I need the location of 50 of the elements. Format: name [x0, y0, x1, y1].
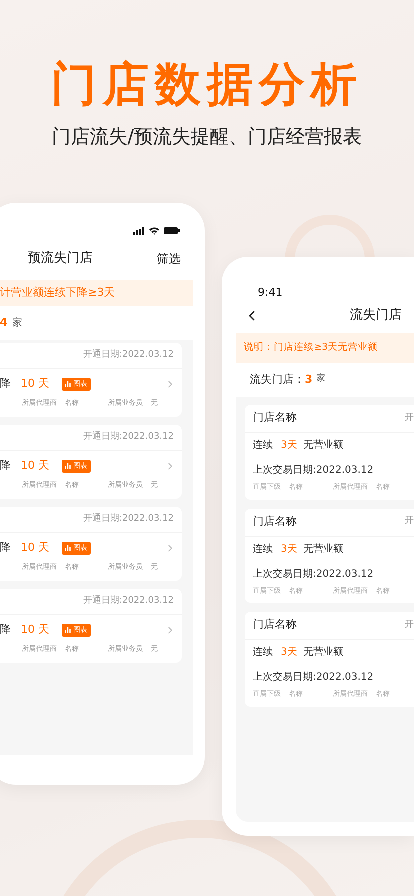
- trend-label: 降: [0, 376, 11, 392]
- last-trade-date: 上次交易日期:2022.03.12: [253, 465, 374, 476]
- store-name: 门店名称: [253, 617, 297, 634]
- no-revenue-label: 无营业额: [303, 646, 344, 660]
- bar-chart-icon: [64, 627, 72, 633]
- store-name: 门店名称: [253, 410, 297, 426]
- open-date: 开通日期:2022.03.12: [83, 348, 174, 362]
- screen-title: 预流失门店: [28, 250, 93, 268]
- page-title: 门店数据分析: [51, 58, 363, 110]
- streak-label: 连续: [253, 439, 273, 453]
- screen-title: 流失门店: [350, 307, 402, 326]
- trend-label: 降: [0, 540, 11, 556]
- notice-text: 说明：门店连续≥3天无营业额: [244, 340, 378, 355]
- bar-chart-icon: [64, 545, 72, 551]
- status-time: 9:41: [258, 286, 283, 299]
- days-value: 10 天: [21, 458, 50, 474]
- open-date: 开: [405, 515, 414, 528]
- trend-label: 降: [0, 622, 11, 638]
- wifi-icon: [149, 227, 160, 235]
- bar-chart-icon: [64, 463, 72, 469]
- battery-icon: [164, 227, 180, 235]
- bar-chart-icon: [64, 381, 72, 387]
- count-unit: 家: [316, 373, 326, 386]
- page-subtitle: 门店流失/预流失提醒、门店经营报表: [52, 125, 362, 150]
- open-date: 开: [405, 412, 414, 425]
- count-unit: 家: [12, 316, 23, 330]
- days-value: 3天: [281, 646, 298, 660]
- streak-label: 连续: [253, 646, 273, 660]
- open-date: 开通日期:2022.03.12: [83, 430, 174, 444]
- no-revenue-label: 无营业额: [303, 439, 344, 453]
- count-label: 流失门店：: [250, 372, 305, 388]
- last-trade-date: 上次交易日期:2022.03.12: [253, 672, 374, 683]
- last-trade-date: 上次交易日期:2022.03.12: [253, 568, 374, 580]
- days-value: 3天: [281, 542, 298, 556]
- days-value: 3天: [281, 439, 298, 453]
- count-number: 3: [305, 372, 313, 388]
- open-date: 开: [405, 618, 414, 632]
- count-number: 4: [0, 314, 8, 331]
- no-revenue-label: 无营业额: [303, 542, 344, 556]
- open-date: 开通日期:2022.03.12: [83, 512, 174, 526]
- open-date: 开通日期:2022.03.12: [83, 594, 174, 608]
- signal-icon: [133, 227, 145, 235]
- notice-text: 计营业额连续下降≥3天: [0, 284, 116, 301]
- days-value: 10 天: [21, 540, 50, 556]
- streak-label: 连续: [253, 542, 273, 556]
- days-value: 10 天: [21, 376, 50, 392]
- days-value: 10 天: [21, 622, 50, 638]
- filter-button[interactable]: 筛选: [157, 250, 181, 268]
- store-name: 门店名称: [253, 514, 297, 530]
- trend-label: 降: [0, 458, 11, 474]
